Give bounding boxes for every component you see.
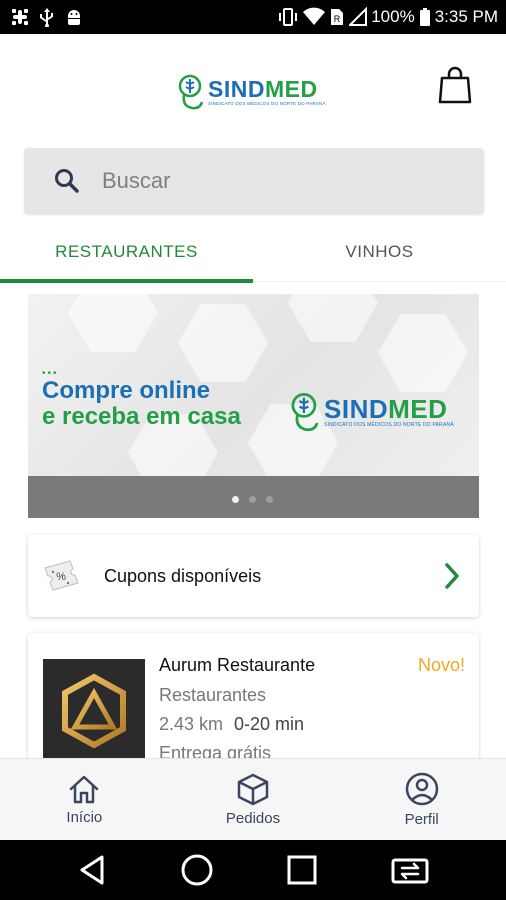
svg-text:R: R <box>334 14 341 24</box>
coupons-label: Cupons disponíveis <box>104 565 262 586</box>
banner-headline: Compre online e receba em casa <box>42 378 241 430</box>
logo-name-med: MED <box>264 76 318 102</box>
search-icon <box>55 169 79 193</box>
restaurant-delivery-time: 0-20 min <box>234 714 305 734</box>
nav-item-inicio[interactable]: Início <box>0 759 169 840</box>
nav-label-perfil: Perfil <box>404 811 439 828</box>
restaurant-distance: 2.43 km <box>159 714 224 734</box>
category-tabs: RESTAURANTES VINHOS <box>0 222 506 283</box>
nav-item-pedidos[interactable]: Pedidos <box>169 759 338 840</box>
clock: 3:35 PM <box>434 7 498 26</box>
search-input[interactable] <box>102 168 422 194</box>
battery-icon <box>419 8 430 26</box>
signal-icon <box>349 7 368 26</box>
banner-logo: SINDMED SINDICATO DOS MÉDICOS DO NORTE D… <box>290 390 454 434</box>
home-icon <box>70 775 99 804</box>
svg-text:%: % <box>56 571 66 583</box>
system-nav-bar <box>0 840 506 900</box>
nav-item-perfil[interactable]: Perfil <box>337 759 506 840</box>
search-bar[interactable] <box>24 148 484 214</box>
box-icon <box>237 773 269 806</box>
restaurant-card[interactable]: Aurum Restaurante Novo! Restaurantes 2.4… <box>28 633 479 773</box>
banner-headline-line1: Compre online <box>42 377 211 404</box>
recents-icon[interactable] <box>286 854 318 886</box>
banner-logo-subtitle: SINDICATO DOS MÉDICOS DO NORTE DO PARANÁ <box>324 421 454 428</box>
restaurant-name: Aurum Restaurante <box>159 655 316 675</box>
restaurant-logo <box>43 659 145 773</box>
app-header: SINDMED SINDICATO DOS MÉDICOS DO NORTE D… <box>0 34 506 142</box>
carousel-indicator <box>232 496 273 503</box>
sim-icon: R <box>331 9 344 25</box>
slack-icon <box>12 9 28 25</box>
nav-label-inicio: Início <box>66 809 103 826</box>
tab-vinhos[interactable]: VINHOS <box>253 222 506 282</box>
stethoscope-icon <box>291 393 319 432</box>
back-icon[interactable] <box>76 853 108 887</box>
logo-name-sind: SIND <box>208 76 265 102</box>
android-debug-icon <box>68 10 80 25</box>
battery-percent: 100% <box>371 7 415 26</box>
shopping-bag-icon[interactable] <box>438 66 472 104</box>
tab-restaurantes[interactable]: RESTAURANTES <box>0 222 253 283</box>
new-badge: Novo! <box>417 655 465 675</box>
home-circle-icon[interactable] <box>180 853 214 887</box>
banner-logo-sind: SIND <box>324 393 389 424</box>
profile-icon <box>405 772 438 806</box>
carousel-dot[interactable] <box>249 496 256 503</box>
switch-apps-icon[interactable] <box>390 854 430 886</box>
stethoscope-icon <box>178 74 204 110</box>
status-bar: R 100% 3:35 PM <box>0 0 506 34</box>
bottom-navigation: Início Pedidos Perfil <box>0 758 506 840</box>
logo-subtitle: SINDICATO DOS MÉDICOS DO NORTE DO PARANÁ <box>208 101 326 106</box>
promo-banner[interactable]: ••• Compre online e receba em casa SINDM… <box>28 294 479 518</box>
wifi-icon <box>303 7 326 25</box>
coupons-card[interactable]: % Cupons disponíveis <box>28 535 479 617</box>
banner-headline-line2: e receba em casa <box>42 403 241 430</box>
nav-label-pedidos: Pedidos <box>225 810 281 827</box>
coupon-icon: % <box>44 560 79 591</box>
restaurant-category: Restaurantes <box>159 685 267 705</box>
carousel-dot[interactable] <box>266 496 273 503</box>
vibrate-icon <box>279 8 298 26</box>
banner-logo-med: MED <box>388 393 448 424</box>
carousel-dot[interactable] <box>232 496 239 503</box>
usb-icon <box>40 8 53 27</box>
sindmed-logo: SINDMED SINDICATO DOS MÉDICOS DO NORTE D… <box>178 72 326 112</box>
chevron-right-icon <box>445 563 459 589</box>
aurum-logo-icon <box>62 673 126 749</box>
